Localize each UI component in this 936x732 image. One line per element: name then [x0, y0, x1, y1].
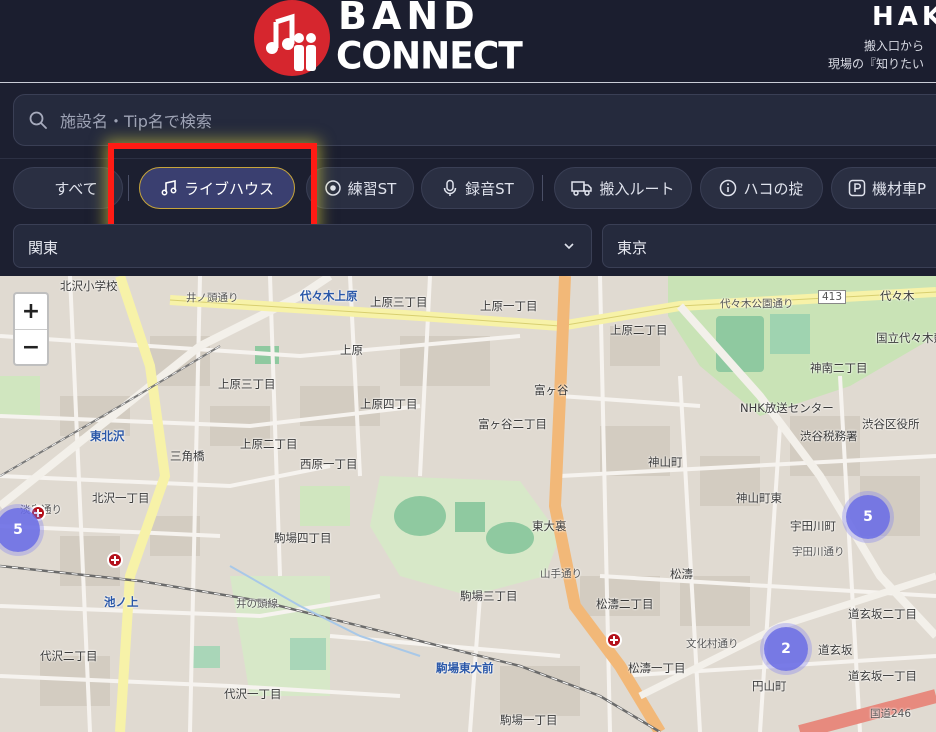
zoom-in-button[interactable]: + — [15, 294, 47, 330]
logo-wordmark-band: BAND — [338, 0, 480, 38]
parking-icon — [848, 179, 866, 197]
hospital-icon — [606, 632, 622, 648]
tagline-line-2: 現場の『知りたい — [828, 57, 925, 71]
filter-chip-venue-rules[interactable]: ハコの掟 — [700, 167, 823, 209]
map-label: 神山町 — [648, 455, 683, 469]
map-label: 神山町東 — [736, 491, 782, 505]
map-label: 北沢一丁目 — [92, 491, 150, 505]
filter-chip-label: ハコの掟 — [743, 179, 804, 198]
page-title: HAK — [872, 2, 936, 32]
map-label: 山手通り — [540, 568, 582, 580]
tagline-line-1: 搬入口から — [864, 39, 925, 53]
map-cluster-marker[interactable]: 5 — [846, 495, 890, 539]
map-label: 文化村通り — [686, 638, 739, 650]
map-label: 上原 — [340, 343, 363, 357]
map-label: 国立代々木競技場 — [876, 331, 936, 345]
map-label: 代々木公園通り — [720, 298, 794, 310]
map-label: 富ヶ谷 — [534, 383, 569, 397]
map-label: 井の頭線 — [236, 598, 278, 610]
chip-separator — [542, 175, 543, 201]
map-label: 円山町 — [752, 679, 787, 693]
map-label: 国道246 — [870, 708, 912, 720]
map-label: 駒場東大前 — [436, 661, 494, 675]
map-label: 宇田川通り — [792, 546, 845, 558]
map-label: 道玄坂二丁目 — [848, 607, 917, 621]
map-label: 上原一丁目 — [480, 299, 538, 313]
map-label: 413 — [818, 290, 847, 304]
map-label: 北沢小学校 — [60, 279, 118, 293]
zoom-control: + − — [13, 292, 49, 366]
filter-chip-label: 搬入ルート — [599, 179, 675, 198]
map-label: 東大裏 — [532, 519, 567, 533]
filter-chip-rehearsal[interactable]: 練習ST — [306, 167, 414, 209]
filter-chip-load-in-route[interactable]: 搬入ルート — [554, 167, 692, 209]
hospital-icon — [107, 552, 123, 568]
map-label: 三角橋 — [170, 449, 205, 463]
highlight-annotation — [108, 143, 317, 233]
map-label: 東北沢 — [90, 429, 125, 443]
filter-chip-label: 録音ST — [465, 179, 514, 198]
map-label: 上原三丁目 — [218, 377, 276, 391]
search-input[interactable] — [58, 107, 762, 135]
area-select-value: 東京 — [617, 239, 648, 257]
map-label: 渋谷税務署 — [800, 429, 858, 443]
region-select-value: 関東 — [28, 239, 59, 257]
map-label: 駒場四丁目 — [274, 531, 332, 545]
map-label: 西原一丁目 — [300, 457, 358, 471]
map-label: 池ノ上 — [104, 595, 139, 609]
map-view[interactable]: 北沢小学校 井ノ頭通り 代々木上原 上原三丁目 上原一丁目 上原二丁目 代々木公… — [0, 276, 936, 732]
map-label: 駒場一丁目 — [500, 713, 558, 727]
map-label: 松濤 — [670, 567, 693, 581]
search-icon — [29, 111, 47, 129]
area-select[interactable]: 東京 — [602, 224, 936, 268]
zoom-out-button[interactable]: − — [15, 330, 47, 365]
chevron-down-icon — [564, 243, 574, 250]
filter-chip-parking[interactable]: 機材車P — [831, 167, 936, 209]
filter-chip-recording[interactable]: 録音ST — [421, 167, 534, 209]
map-label: 渋谷区役所 — [862, 417, 920, 431]
logo-icon[interactable] — [254, 0, 330, 76]
map-label: 井ノ頭通り — [186, 292, 239, 304]
map-label: 上原二丁目 — [240, 437, 298, 451]
map-label: 富ヶ谷二丁目 — [478, 417, 547, 431]
map-label: 道玄坂一丁目 — [848, 669, 917, 683]
map-label: 代沢二丁目 — [40, 649, 98, 663]
filter-chip-label: すべて — [54, 179, 98, 198]
region-select[interactable]: 関東 — [13, 224, 592, 268]
target-icon — [324, 180, 341, 196]
search-bar[interactable] — [13, 94, 936, 146]
map-label: 上原四丁目 — [360, 397, 418, 411]
map-label: 道玄坂 — [818, 643, 853, 657]
music-people-icon — [266, 13, 316, 71]
map-label: 代々木 — [880, 289, 915, 303]
map-label: 松濤二丁目 — [596, 597, 654, 611]
logo-wordmark-connect: CONNECT — [336, 34, 523, 79]
truck-icon — [571, 181, 593, 196]
map-label: 神南二丁目 — [810, 361, 868, 375]
map-label: 代々木上原 — [300, 289, 358, 303]
microphone-icon — [443, 179, 457, 196]
filter-chip-label: 機材車P — [872, 179, 927, 198]
filter-chip-all[interactable]: すべて — [13, 167, 123, 209]
app-header: BAND CONNECT HAK 搬入口から 現場の『知りたい — [0, 0, 936, 83]
map-label: 松濤一丁目 — [628, 661, 686, 675]
map-cluster-marker[interactable]: 2 — [764, 627, 808, 671]
map-label: NHK放送センター — [740, 401, 834, 415]
filter-chip-label: 練習ST — [347, 179, 397, 198]
map-label: 上原二丁目 — [610, 323, 668, 337]
map-label: 代沢一丁目 — [224, 687, 282, 701]
info-icon — [720, 179, 737, 197]
map-label: 宇田川町 — [790, 519, 836, 533]
map-label: 上原三丁目 — [370, 295, 428, 309]
map-label: 駒場三丁目 — [460, 589, 518, 603]
